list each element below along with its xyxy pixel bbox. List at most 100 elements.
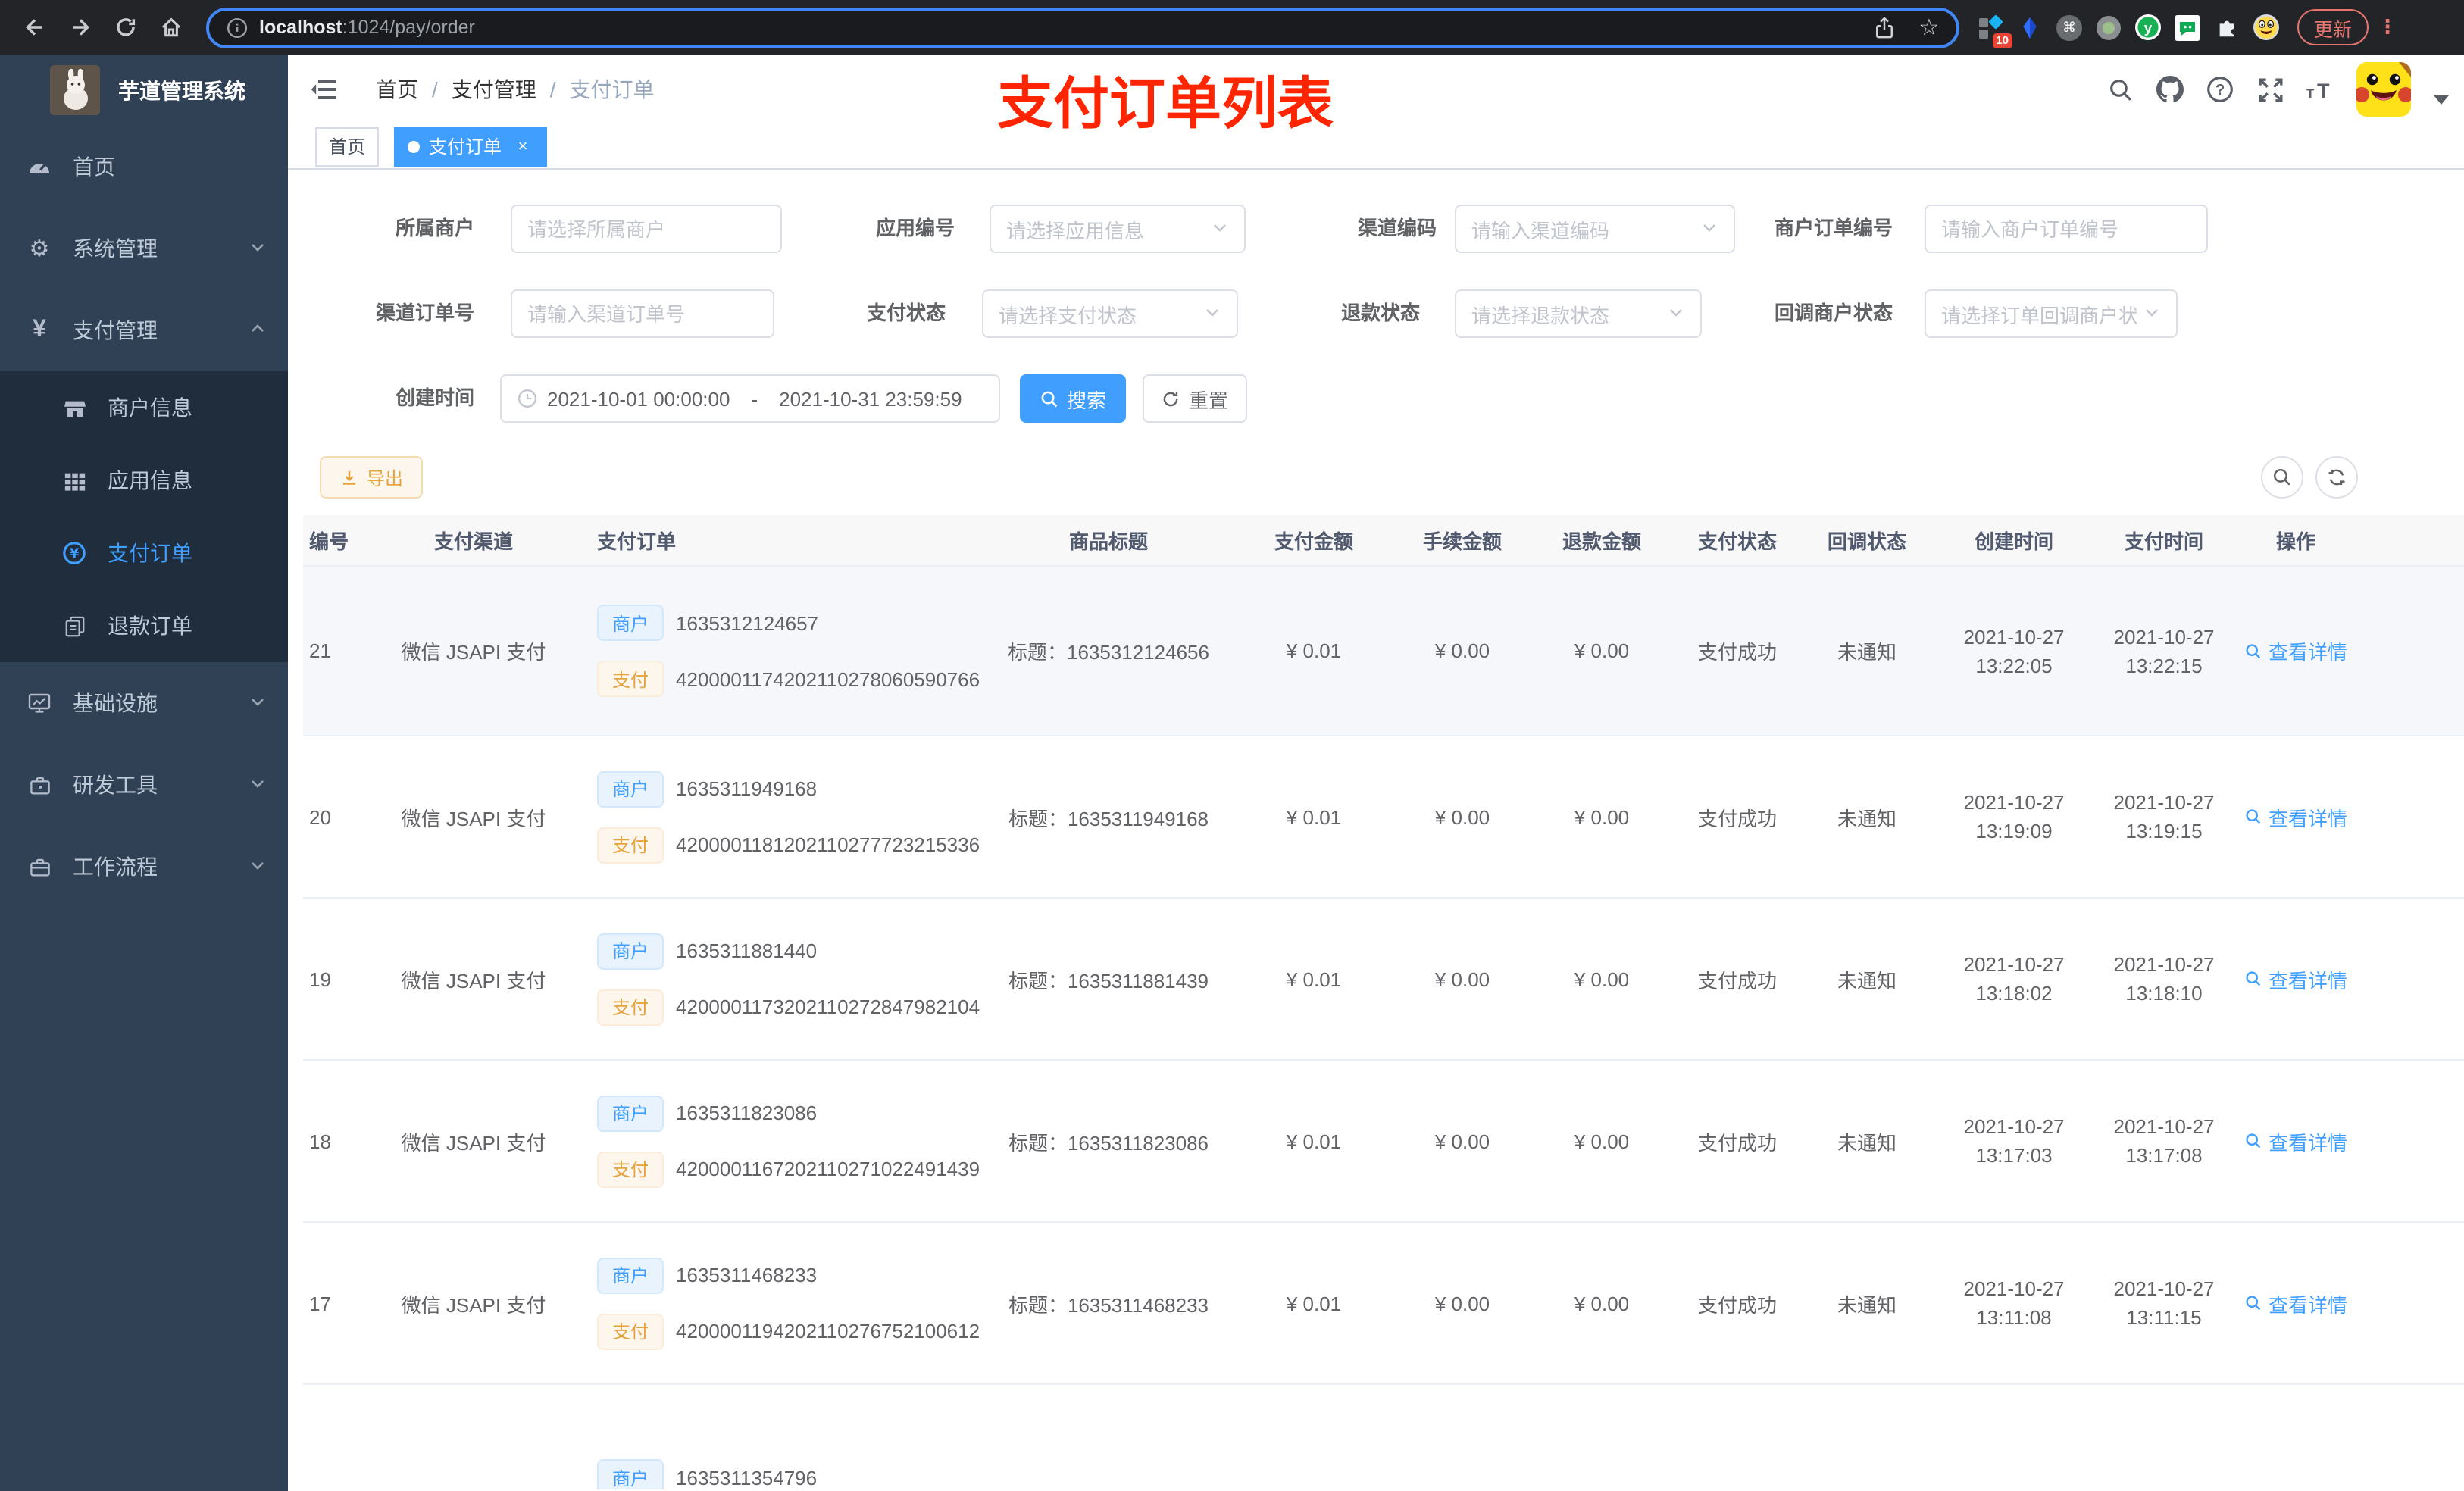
table-row[interactable]: 19 微信 JSAPI 支付 商户 1635311881440 支付 42000… — [303, 899, 2464, 1061]
sidebar-item-app-info[interactable]: 应用信息 — [0, 444, 288, 517]
date-range-picker[interactable]: 2021-10-01 00:00:00 - 2021-10-31 23:59:5… — [500, 374, 1000, 423]
product-title: 标题：1635311949168 — [985, 736, 1232, 899]
sidebar-item-pay-order[interactable]: ¥ 支付订单 — [0, 517, 288, 589]
extension-chat-icon[interactable] — [2175, 14, 2200, 40]
avatar[interactable] — [2356, 62, 2411, 117]
pay-amount: ¥ 0.01 — [1232, 736, 1396, 899]
column-header: 退款金额 — [1529, 515, 1674, 567]
notify-status: 未通知 — [1800, 1061, 1934, 1223]
pay-status: 支付成功 — [1674, 899, 1800, 1061]
merchant-order-no-input[interactable] — [1925, 205, 2208, 253]
sidebar-item-home[interactable]: 首页 — [0, 126, 288, 208]
sidebar-item-payment[interactable]: ¥ 支付管理 — [0, 289, 288, 371]
view-detail-link[interactable]: 查看详情 — [2244, 1127, 2347, 1155]
breadcrumb: 首页 / 支付管理 / 支付订单 — [376, 74, 655, 105]
extension-camera-icon[interactable] — [2096, 14, 2122, 40]
view-detail-link[interactable]: 查看详情 — [2244, 964, 2347, 993]
logo-row[interactable]: 芋道管理系统 — [0, 55, 288, 126]
notify-status: 未通知 — [1800, 567, 1934, 736]
sidebar-item-system[interactable]: ⚙ 系统管理 — [0, 208, 288, 289]
pay-tag: 支付 — [597, 827, 664, 863]
browser-forward-icon[interactable] — [68, 15, 92, 39]
refresh-button[interactable] — [2315, 456, 2358, 499]
browser-home-icon[interactable] — [159, 15, 183, 39]
notify-status: 未通知 — [1800, 736, 1934, 899]
browser-back-icon[interactable] — [23, 15, 47, 39]
pay-channel: 微信 JSAPI 支付 — [364, 736, 583, 899]
search-button[interactable]: 搜索 — [1020, 374, 1126, 423]
toggle-search-button[interactable] — [2261, 456, 2303, 499]
close-icon[interactable]: × — [512, 136, 533, 157]
created-time: 2021-10-27 13:17:03 — [1934, 1061, 2094, 1223]
fullscreen-icon[interactable] — [2256, 76, 2284, 103]
table-row[interactable]: 20 微信 JSAPI 支付 商户 1635311949168 支付 42000… — [303, 736, 2464, 899]
extension-command-icon[interactable]: ⌘ — [2056, 14, 2082, 40]
view-detail-link[interactable]: 查看详情 — [2244, 636, 2347, 665]
column-header: 创建时间 — [1934, 515, 2094, 567]
fee-amount: ¥ 0.00 — [1396, 1061, 1529, 1223]
breadcrumb-section[interactable]: 支付管理 — [452, 74, 536, 105]
extension-kite-icon[interactable] — [2017, 14, 2043, 40]
hamburger-icon[interactable] — [311, 77, 338, 102]
paid-time: 2021-10-27 13:17:08 — [2094, 1061, 2234, 1223]
url-text[interactable]: localhost:1024/pay/order — [259, 17, 475, 38]
share-icon[interactable] — [1871, 15, 1896, 39]
pay-tag: 支付 — [597, 1151, 664, 1187]
tag-home[interactable]: 首页 — [315, 127, 380, 166]
action-cell: 查看详情 — [2234, 1223, 2358, 1385]
date-end[interactable]: 2021-10-31 23:59:59 — [779, 387, 962, 410]
annotation-title: 支付订单列表 — [997, 73, 1334, 135]
table-row[interactable]: 17 微信 JSAPI 支付 商户 1635311468233 支付 42000… — [303, 1223, 2464, 1385]
extension-grid-icon[interactable]: 10 — [1978, 14, 2012, 48]
view-detail-link[interactable]: 查看详情 — [2244, 802, 2347, 831]
github-icon[interactable] — [2156, 76, 2184, 103]
font-size-icon[interactable]: TT — [2306, 76, 2334, 103]
pay-status: 支付成功 — [1674, 736, 1800, 899]
sidebar-item-dev-tools[interactable]: 研发工具 — [0, 744, 288, 826]
created-time: 2021-10-27 13:22:05 — [1934, 567, 2094, 736]
export-button[interactable]: 导出 — [320, 456, 424, 499]
sidebar-item-merchant-info[interactable]: 商户信息 — [0, 371, 288, 444]
extension-emoji-icon[interactable] — [2253, 14, 2279, 40]
chevron-down-icon — [2143, 302, 2161, 325]
merchant-order-no: 1635311881440 — [676, 939, 818, 962]
sidebar-item-refund-order[interactable]: 退款订单 — [0, 589, 288, 662]
logo-image — [50, 65, 100, 115]
merchant-order-no-field[interactable] — [1941, 217, 2191, 240]
grid-icon — [62, 468, 86, 492]
chevron-down-icon — [249, 773, 267, 797]
bookmark-star-icon[interactable]: ☆ — [1917, 15, 1941, 41]
magnifier-icon — [2246, 643, 2261, 658]
table-row[interactable]: 18 微信 JSAPI 支付 商户 1635311823086 支付 42000… — [303, 1061, 2464, 1223]
extension-y-icon[interactable]: y — [2135, 14, 2161, 40]
reset-button[interactable]: 重置 — [1143, 374, 1247, 423]
merchant-tag: 商户 — [597, 933, 664, 969]
sidebar-item-workflow[interactable]: 工作流程 — [0, 826, 288, 908]
payment-submenu: 商户信息 应用信息 ¥ 支付订单 退款订单 — [0, 371, 288, 662]
tag-pay-order[interactable]: 支付订单 × — [394, 127, 548, 166]
merchant-tag: 商户 — [597, 1257, 664, 1293]
refund-amount: ¥ 0.00 — [1529, 1223, 1674, 1385]
browser-menu-icon[interactable]: ⋮ — [2378, 15, 2397, 39]
date-start[interactable]: 2021-10-01 00:00:00 — [547, 387, 730, 410]
caret-down-icon[interactable] — [2434, 85, 2449, 105]
breadcrumb-home[interactable]: 首页 — [376, 74, 418, 105]
browser-reload-icon[interactable] — [114, 15, 138, 39]
pay-status: 支付成功 — [1674, 567, 1800, 736]
address-bar[interactable]: localhost:1024/pay/order ☆ — [206, 7, 1959, 48]
view-detail-link[interactable]: 查看详情 — [2244, 1289, 2347, 1318]
sidebar: 芋道管理系统 首页 ⚙ 系统管理 ¥ 支付管理 商户信息 应用信息 ¥ 支付订单… — [0, 55, 288, 1491]
table-row[interactable]: 21 微信 JSAPI 支付 商户 1635312124657 支付 42000… — [303, 567, 2464, 736]
app-select[interactable]: 请选择应用信息 — [990, 205, 1246, 253]
navbar: 首页 / 支付管理 / 支付订单 支付订单列表 ? T T — [288, 55, 2464, 135]
pay-order-cell: 商户 1635312124657 支付 42000011742021102780… — [583, 567, 985, 736]
notify-status-select[interactable]: 请选择订单回调商户状态 — [1925, 289, 2178, 338]
partial-row: 商户 1635311354796 — [303, 1385, 2464, 1489]
extension-puzzle-icon[interactable] — [2214, 14, 2240, 40]
search-icon[interactable] — [2106, 76, 2134, 103]
site-info-icon[interactable] — [224, 15, 249, 39]
column-header: 回调状态 — [1800, 515, 1934, 567]
help-icon[interactable]: ? — [2206, 76, 2234, 103]
browser-update-button[interactable]: 更新 — [2297, 9, 2369, 45]
sidebar-item-infrastructure[interactable]: 基础设施 — [0, 662, 288, 744]
